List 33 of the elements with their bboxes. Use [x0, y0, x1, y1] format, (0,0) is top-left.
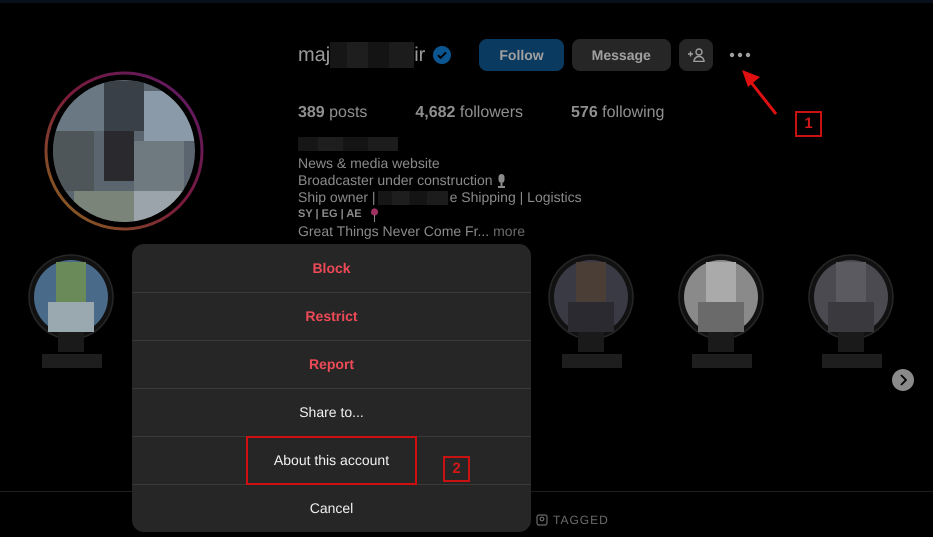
username: ir — [414, 43, 426, 68]
follow-button[interactable]: Follow — [479, 39, 564, 71]
menu-item[interactable]: Cancel — [310, 498, 354, 519]
add-person-button[interactable] — [678, 39, 713, 71]
pin-icon — [370, 208, 379, 222]
bio-line: e Shipping | Logistics — [450, 189, 582, 206]
annotation-number: 2 — [443, 456, 470, 482]
tagged-tab[interactable]: TAGGED — [536, 511, 609, 529]
more-link[interactable]: more — [493, 223, 526, 240]
menu-item[interactable]: Restrict — [305, 306, 358, 327]
message-button[interactable]: Message — [572, 39, 671, 71]
chevron-right-icon — [899, 374, 907, 386]
menu-item[interactable]: Block — [312, 258, 351, 278]
stat-text: 576 following — [571, 103, 664, 123]
stat-text: 389 posts — [298, 103, 368, 123]
menu-item[interactable]: Report — [308, 354, 354, 375]
redaction-block — [378, 190, 448, 204]
bio-line: Ship owner | — [298, 189, 376, 206]
menu-item[interactable]: About this account — [246, 436, 418, 485]
add-person-icon — [686, 48, 705, 62]
bio-line: Broadcaster under construction — [298, 172, 493, 189]
annotation-number: 1 — [795, 111, 822, 137]
next-arrow-button[interactable] — [892, 369, 914, 391]
username: maj — [298, 43, 330, 68]
bio-line: Great Things Never Come Fr... — [298, 223, 490, 240]
more-options-icon[interactable] — [728, 52, 751, 58]
microphone-icon — [496, 174, 506, 188]
bio-category: News & media website — [298, 155, 440, 172]
bio-line: SY | EG | AE — [298, 207, 362, 222]
menu-item[interactable]: Share to... — [299, 402, 364, 423]
stat-text: 4,682 followers — [415, 103, 524, 123]
annotation-arrow — [740, 67, 780, 117]
tag-icon — [536, 514, 548, 526]
